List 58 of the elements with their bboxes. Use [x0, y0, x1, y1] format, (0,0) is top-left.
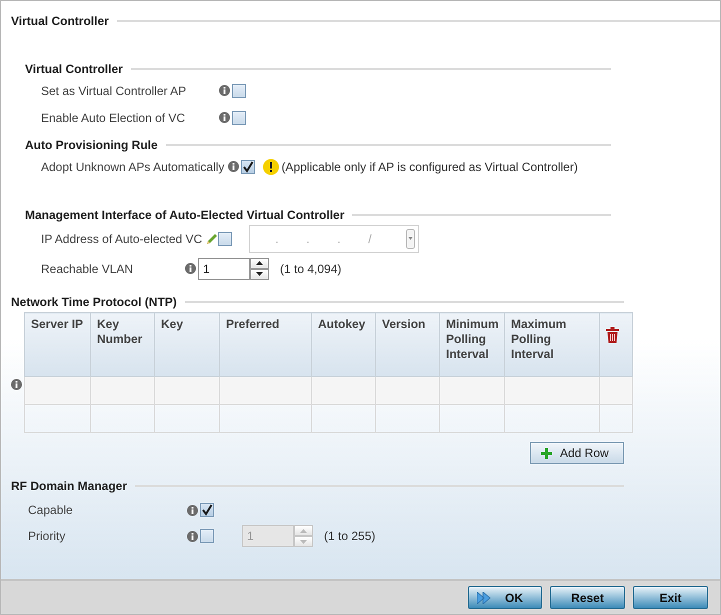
spin-up-button[interactable]: [250, 258, 269, 268]
checkbox[interactable]: [241, 160, 256, 174]
column-header: Maximum Polling Interval: [504, 312, 600, 376]
section-heading: Management Interface of Auto-Elected Virtual Controller: [25, 208, 344, 222]
check-icon: [201, 504, 213, 516]
down-triangle-icon: [256, 272, 263, 276]
separator: .: [306, 232, 311, 246]
column-header: Key Number: [90, 312, 154, 376]
info-icon: [219, 112, 230, 123]
field-label: Reachable VLAN: [41, 262, 134, 276]
down-triangle-icon: [300, 540, 307, 544]
caret-icon: [406, 229, 416, 249]
field-label: Set as Virtual Controller AP: [41, 84, 186, 98]
separator: .: [275, 232, 280, 246]
check-icon: [242, 160, 254, 172]
section-heading: Virtual Controller: [25, 62, 123, 76]
column-header: Minimum Polling Interval: [440, 312, 504, 376]
info-icon: [185, 263, 196, 274]
checkbox[interactable]: [232, 110, 246, 124]
double-arrow-icon: [477, 592, 491, 604]
section-heading: Virtual Controller: [11, 14, 109, 28]
range-hint: (1 to 255): [324, 529, 376, 543]
pencil-icon: [206, 233, 218, 245]
plus-icon: [541, 448, 552, 458]
field-label: Capable: [28, 503, 73, 517]
section-heading: Network Time Protocol (NTP): [11, 295, 177, 309]
field-label: Adopt Unknown APs Automatically: [41, 160, 224, 174]
footer-button[interactable]: Reset: [550, 586, 625, 609]
column-header: Key: [154, 312, 220, 376]
column-header: Preferred: [220, 312, 312, 376]
section-heading: RF Domain Manager: [11, 479, 128, 493]
note-text: (Applicable only if AP is configured as Virtual Controller): [281, 160, 578, 174]
up-triangle-icon: [300, 528, 307, 532]
range-hint: (1 to 4,094): [280, 262, 342, 276]
checkbox[interactable]: [232, 84, 246, 98]
section-heading: Auto Provisioning Rule: [25, 138, 158, 152]
add-row-button[interactable]: Add Row: [530, 442, 624, 464]
number-field[interactable]: 1: [198, 258, 250, 280]
ok-button[interactable]: OK: [468, 586, 542, 609]
warning-icon: [263, 158, 280, 174]
field-label: Priority: [28, 529, 66, 543]
checkbox[interactable]: [200, 503, 214, 517]
spin-down-button[interactable]: [250, 268, 269, 280]
footer-button[interactable]: Exit: [633, 586, 708, 609]
separator: /: [368, 232, 373, 246]
separator: .: [337, 232, 342, 246]
trash-icon[interactable]: [606, 327, 619, 343]
column-header: Version: [376, 312, 440, 376]
info-icon: [11, 379, 22, 390]
info-icon: [187, 530, 198, 542]
field-label: IP Address of Auto-elected VC: [41, 232, 202, 246]
column-header: Server IP: [24, 312, 90, 376]
field-label: Enable Auto Election of VC: [41, 110, 186, 124]
info-icon: [228, 161, 240, 172]
info-icon: [187, 504, 198, 516]
info-icon: [219, 85, 230, 96]
up-triangle-icon: [256, 261, 263, 265]
column-header: Autokey: [312, 312, 376, 376]
